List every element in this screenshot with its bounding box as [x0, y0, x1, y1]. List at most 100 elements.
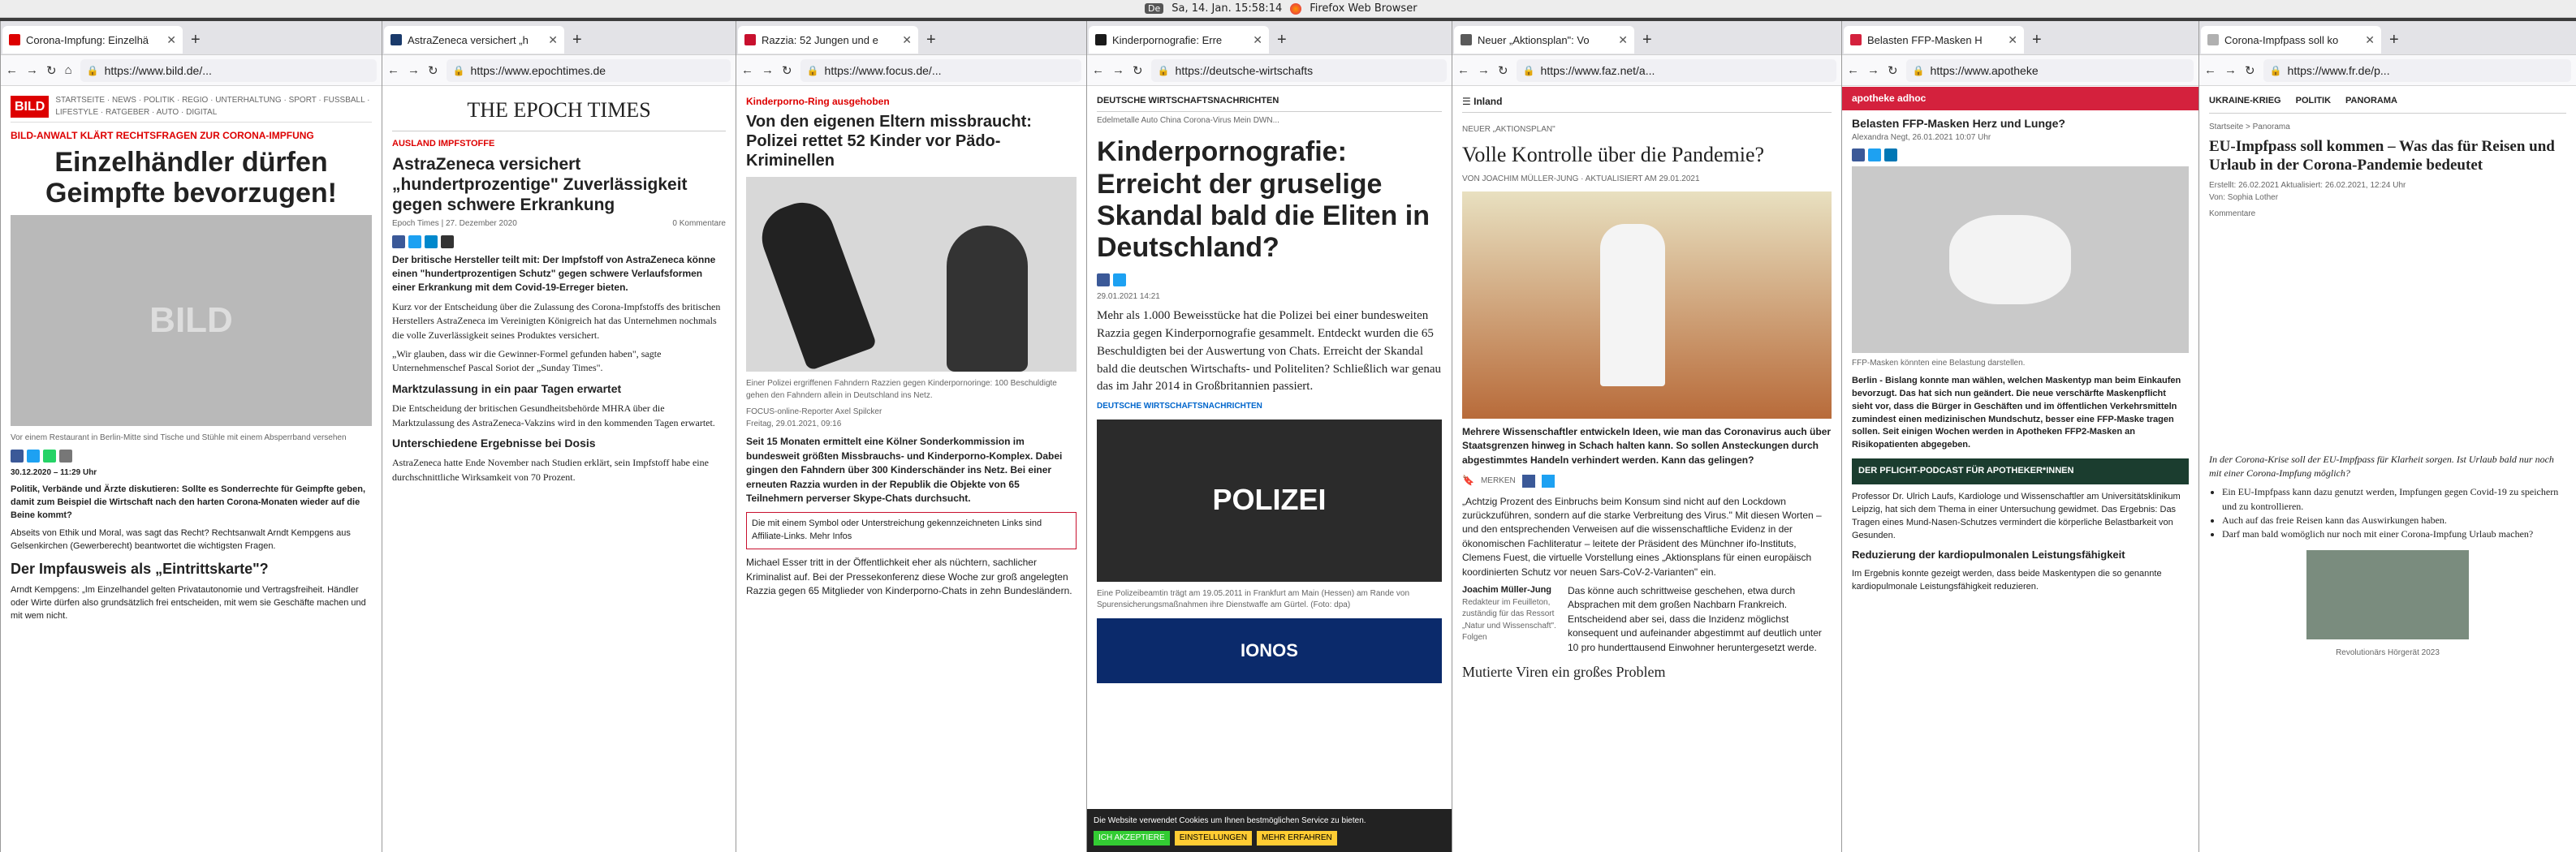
- reload-icon[interactable]: ↻: [1498, 63, 1508, 78]
- tab-bild[interactable]: Corona-Impfung: Einzelhä ✕: [2, 26, 183, 54]
- url-bar[interactable]: 🔒 https://www.epochtimes.de: [446, 58, 731, 82]
- back-icon[interactable]: ←: [1457, 63, 1469, 77]
- back-icon[interactable]: ←: [741, 63, 753, 77]
- twitter-share-icon[interactable]: [1868, 148, 1881, 162]
- close-icon[interactable]: ✕: [548, 33, 558, 47]
- url-bar[interactable]: 🔒 https://deutsche-wirtschafts: [1150, 58, 1447, 82]
- back-icon[interactable]: ←: [6, 63, 18, 77]
- forward-icon[interactable]: →: [762, 63, 774, 77]
- nav-ukraine[interactable]: UKRAINE-KRIEG: [2209, 95, 2281, 108]
- article-lead: Politik, Verbände und Ärzte diskutieren:…: [11, 484, 366, 521]
- keyboard-layout-indicator[interactable]: De: [1145, 3, 1164, 14]
- reload-icon[interactable]: ↻: [1888, 63, 1898, 78]
- close-icon[interactable]: ✕: [166, 33, 176, 47]
- twitter-share-icon[interactable]: [1113, 273, 1126, 286]
- tab-fr[interactable]: Corona-Impfpass soll ko ✕: [2201, 26, 2381, 54]
- article-author[interactable]: Von: Sophia Lother: [2209, 192, 2566, 204]
- back-icon[interactable]: ←: [1092, 63, 1104, 77]
- url-bar[interactable]: 🔒 https://www.faz.net/a...: [1516, 58, 1836, 82]
- facebook-share-icon[interactable]: [1521, 474, 1535, 488]
- twitter-share-icon[interactable]: [1541, 474, 1555, 488]
- reload-icon[interactable]: ↻: [782, 63, 792, 78]
- new-tab-button[interactable]: +: [572, 31, 582, 49]
- save-label[interactable]: MERKEN: [1481, 475, 1516, 488]
- back-icon[interactable]: ←: [387, 63, 399, 77]
- reload-icon[interactable]: ↻: [46, 63, 57, 78]
- forward-icon[interactable]: →: [1112, 63, 1124, 77]
- menu-icon[interactable]: ☰: [1462, 96, 1471, 107]
- close-icon[interactable]: ✕: [1618, 33, 1628, 47]
- url-bar[interactable]: 🔒 https://www.fr.de/p...: [2263, 58, 2571, 82]
- comments-link[interactable]: Kommentare: [2209, 209, 2566, 221]
- site-logo[interactable]: THE EPOCH TIMES: [392, 95, 726, 131]
- clock[interactable]: Sa, 14. Jan. 15:58:14: [1171, 2, 1282, 15]
- new-tab-button[interactable]: +: [2389, 31, 2399, 49]
- forward-icon[interactable]: →: [1867, 63, 1879, 77]
- active-app-name[interactable]: Firefox Web Browser: [1310, 2, 1417, 15]
- bullet-2: Auch auf das freie Reisen kann das Auswi…: [2222, 514, 2566, 527]
- bullet-1: Ein EU-Impfpass kann dazu genutzt werden…: [2222, 485, 2566, 514]
- facebook-share-icon[interactable]: [1852, 148, 1865, 162]
- site-nav[interactable]: Edelmetalle Auto China Corona-Virus Mein…: [1097, 115, 1442, 127]
- more-info-button[interactable]: MEHR ERFAHREN: [1257, 830, 1337, 846]
- bookmark-icon[interactable]: 🔖: [1462, 474, 1474, 488]
- facebook-share-icon[interactable]: [392, 235, 405, 248]
- reload-icon[interactable]: ↻: [428, 63, 438, 78]
- tab-focus[interactable]: Razzia: 52 Jungen und e ✕: [738, 26, 918, 54]
- forward-icon[interactable]: →: [2224, 63, 2237, 77]
- url-bar[interactable]: 🔒 https://www.focus.de/...: [800, 58, 1081, 82]
- twitter-share-icon[interactable]: [408, 235, 421, 248]
- home-icon[interactable]: ⌂: [65, 63, 72, 77]
- tab-epochtimes[interactable]: AstraZeneca versichert „h ✕: [384, 26, 564, 54]
- email-share-icon[interactable]: [59, 449, 72, 463]
- close-icon[interactable]: ✕: [2008, 33, 2017, 47]
- cookie-settings-button[interactable]: EINSTELLUNGEN: [1174, 830, 1253, 846]
- new-tab-button[interactable]: +: [1642, 31, 1652, 49]
- breadcrumb[interactable]: Startseite > Panorama: [2209, 122, 2566, 134]
- ad-image[interactable]: [2306, 549, 2469, 639]
- reload-icon[interactable]: ↻: [1133, 63, 1143, 78]
- comments-link[interactable]: 0 Kommentare: [672, 218, 726, 230]
- follow-button[interactable]: Folgen: [1462, 632, 1560, 644]
- new-tab-button[interactable]: +: [191, 31, 201, 49]
- url-bar[interactable]: 🔒 https://www.apotheke: [1905, 58, 2194, 82]
- podcast-banner[interactable]: DER PFLICHT-PODCAST FÜR APOTHEKER*INNEN: [1852, 458, 2189, 485]
- back-icon[interactable]: ←: [1847, 63, 1859, 77]
- nav-politik[interactable]: POLITIK: [2296, 95, 2331, 108]
- forward-icon[interactable]: →: [408, 63, 420, 77]
- accept-cookies-button[interactable]: ICH AKZEPTIERE: [1094, 830, 1170, 846]
- telegram-share-icon[interactable]: [425, 235, 438, 248]
- close-icon[interactable]: ✕: [902, 33, 912, 47]
- site-logo[interactable]: DEUTSCHE WIRTSCHAFTSNACHRICHTEN: [1097, 95, 1442, 112]
- article-image: BILD: [11, 215, 372, 427]
- twitter-share-icon[interactable]: [27, 449, 40, 463]
- whatsapp-share-icon[interactable]: [43, 449, 56, 463]
- article-meta: Alexandra Negt, 26.01.2021 10:07 Uhr: [1852, 132, 1991, 142]
- new-tab-button[interactable]: +: [1277, 31, 1287, 49]
- lock-icon: 🔒: [1157, 64, 1170, 76]
- article-subheading: Marktzulassung in ein paar Tagen erwarte…: [392, 381, 622, 395]
- close-icon[interactable]: ✕: [2365, 33, 2375, 47]
- tab-apotheke[interactable]: Belasten FFP-Masken H ✕: [1844, 26, 2024, 54]
- author-name[interactable]: Joachim Müller-Jung: [1462, 584, 1560, 597]
- close-icon[interactable]: ✕: [1253, 33, 1262, 47]
- new-tab-button[interactable]: +: [2032, 31, 2042, 49]
- tab-dwn[interactable]: Kinderpornografie: Erre ✕: [1089, 26, 1269, 54]
- article-author[interactable]: FOCUS-online-Reporter Axel Spilcker: [746, 407, 1077, 419]
- forward-icon[interactable]: →: [1478, 63, 1490, 77]
- site-logo[interactable]: apotheke adhoc: [1852, 93, 1926, 104]
- url-bar[interactable]: 🔒 https://www.bild.de/...: [80, 58, 377, 82]
- article-body-2: Arndt Kempgens: „Im Einzelhandel gelten …: [11, 584, 366, 621]
- bild-logo[interactable]: BILD: [11, 95, 50, 118]
- reload-icon[interactable]: ↻: [2245, 63, 2255, 78]
- linkedin-share-icon[interactable]: [1884, 148, 1897, 162]
- tab-faz[interactable]: Neuer „Aktionsplan": Vo ✕: [1454, 26, 1634, 54]
- ad-banner: IONOS: [1097, 617, 1442, 683]
- forward-icon[interactable]: →: [26, 63, 38, 77]
- facebook-share-icon[interactable]: [1097, 273, 1110, 286]
- facebook-share-icon[interactable]: [11, 449, 24, 463]
- email-share-icon[interactable]: [441, 235, 454, 248]
- nav-panorama[interactable]: PANORAMA: [2345, 95, 2397, 108]
- back-icon[interactable]: ←: [2204, 63, 2216, 77]
- new-tab-button[interactable]: +: [926, 31, 936, 49]
